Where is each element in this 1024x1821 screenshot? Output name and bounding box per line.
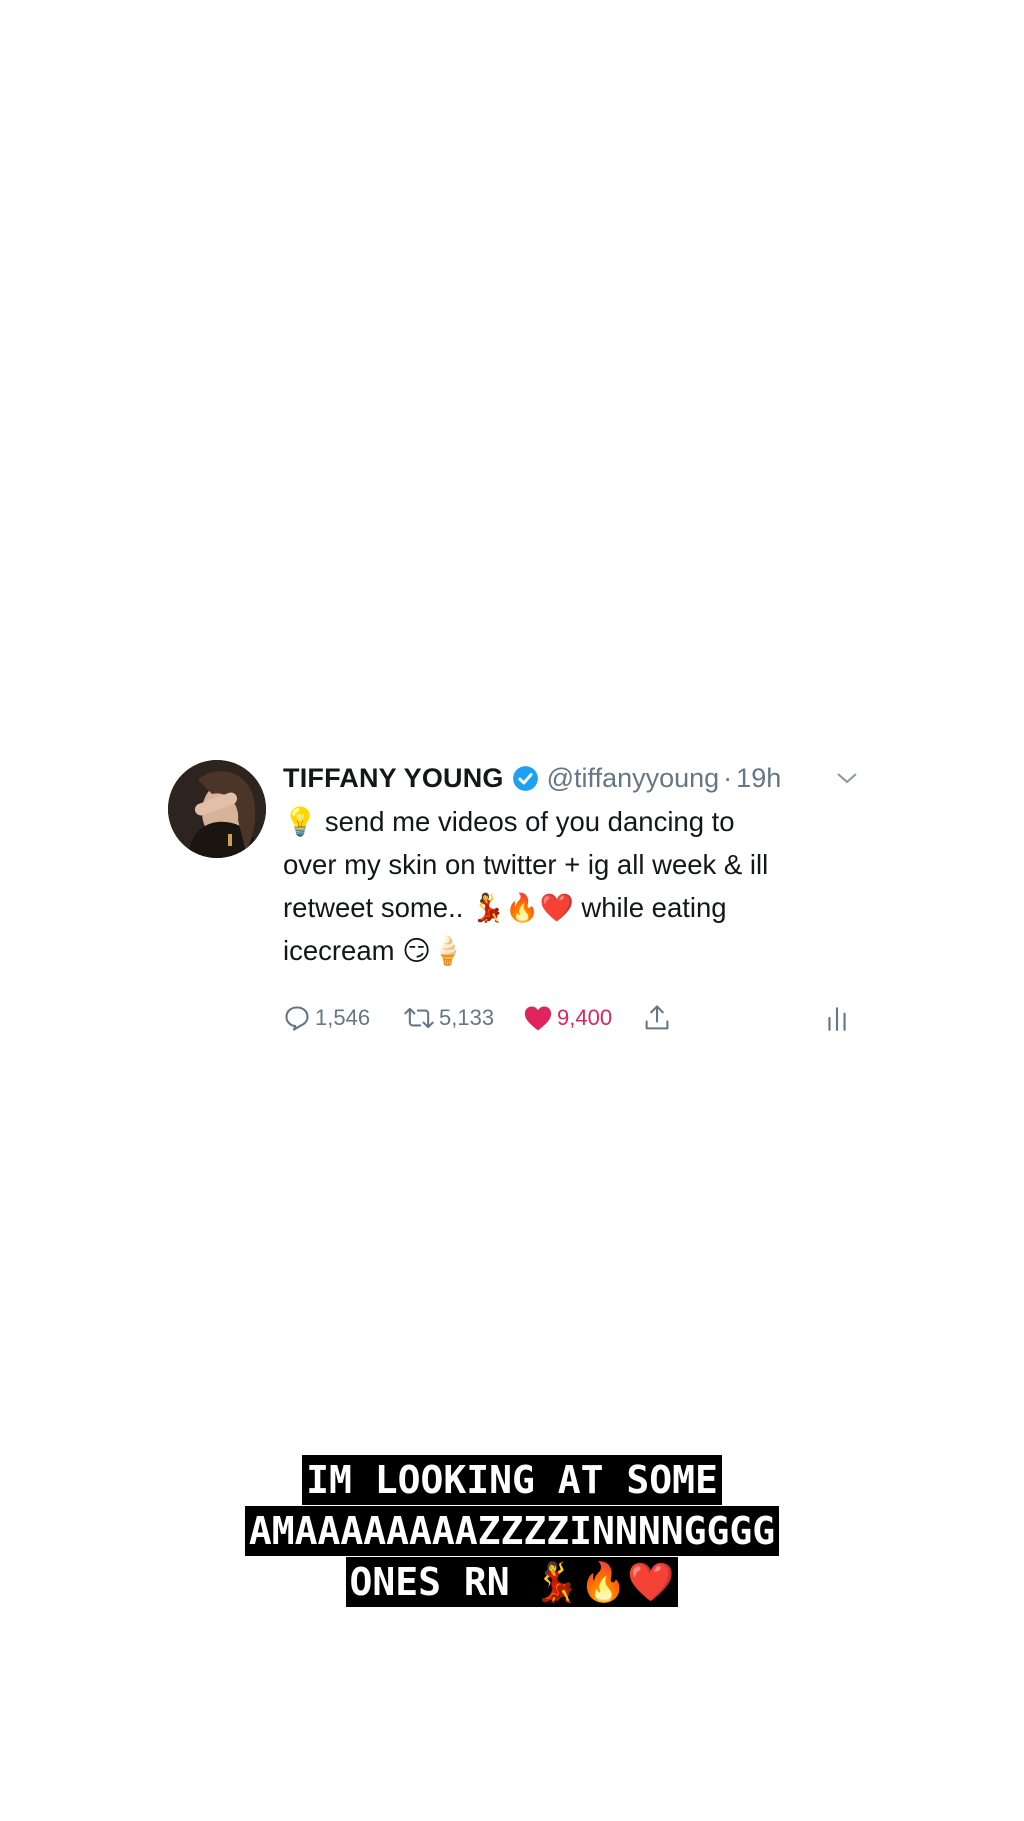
- heart-icon: [523, 1004, 553, 1032]
- retweet-icon: [403, 1004, 435, 1032]
- tweet-actions: 1,546 5,133 9,400: [283, 1000, 858, 1036]
- reply-button[interactable]: 1,546: [283, 1004, 403, 1032]
- reply-count: 1,546: [315, 1005, 371, 1030]
- share-button[interactable]: [643, 1003, 683, 1033]
- tweet-header: TIFFANY YOUNG @tiffanyyoung · 19h: [283, 760, 858, 796]
- tweet-content: TIFFANY YOUNG @tiffanyyoung · 19h 💡 send…: [283, 760, 858, 1036]
- retweet-count: 5,133: [439, 1005, 495, 1030]
- tweet-text: 💡 send me videos of you dancing to over m…: [283, 800, 858, 972]
- avatar-photo: [168, 760, 266, 858]
- avatar[interactable]: [168, 760, 266, 858]
- tweet-text-line: over my skin on twitter + ig all week & …: [283, 849, 769, 880]
- analytics-icon: [826, 1004, 848, 1032]
- caption-line: IM LOOKING AT SOME: [302, 1455, 722, 1505]
- story-caption: IM LOOKING AT SOME AMAAAAAAAAZZZZINNNNGG…: [0, 1455, 1024, 1608]
- share-icon: [643, 1003, 671, 1033]
- tweet-text-line: icecream 😏🍦: [283, 935, 466, 966]
- like-button[interactable]: 9,400: [523, 1004, 643, 1032]
- chevron-down-icon[interactable]: [836, 771, 858, 785]
- tweet-text-line: retweet some.. 💃🔥❤️ while eating: [283, 892, 727, 923]
- user-handle[interactable]: @tiffanyyoung: [547, 763, 720, 794]
- tweet-text-line: 💡 send me videos of you dancing to: [283, 806, 735, 837]
- like-count: 9,400: [557, 1005, 613, 1030]
- caption-line: ONES RN 💃🔥❤️: [345, 1557, 679, 1607]
- reply-icon: [283, 1004, 311, 1032]
- verified-badge-icon: [512, 765, 539, 792]
- tweet-timestamp[interactable]: 19h: [736, 763, 781, 794]
- caption-line: AMAAAAAAAAZZZZINNNNGGGG: [244, 1506, 780, 1556]
- header-separator: ·: [723, 762, 733, 793]
- display-name[interactable]: TIFFANY YOUNG: [283, 763, 504, 794]
- analytics-button[interactable]: [826, 1004, 848, 1032]
- retweet-button[interactable]: 5,133: [403, 1004, 523, 1032]
